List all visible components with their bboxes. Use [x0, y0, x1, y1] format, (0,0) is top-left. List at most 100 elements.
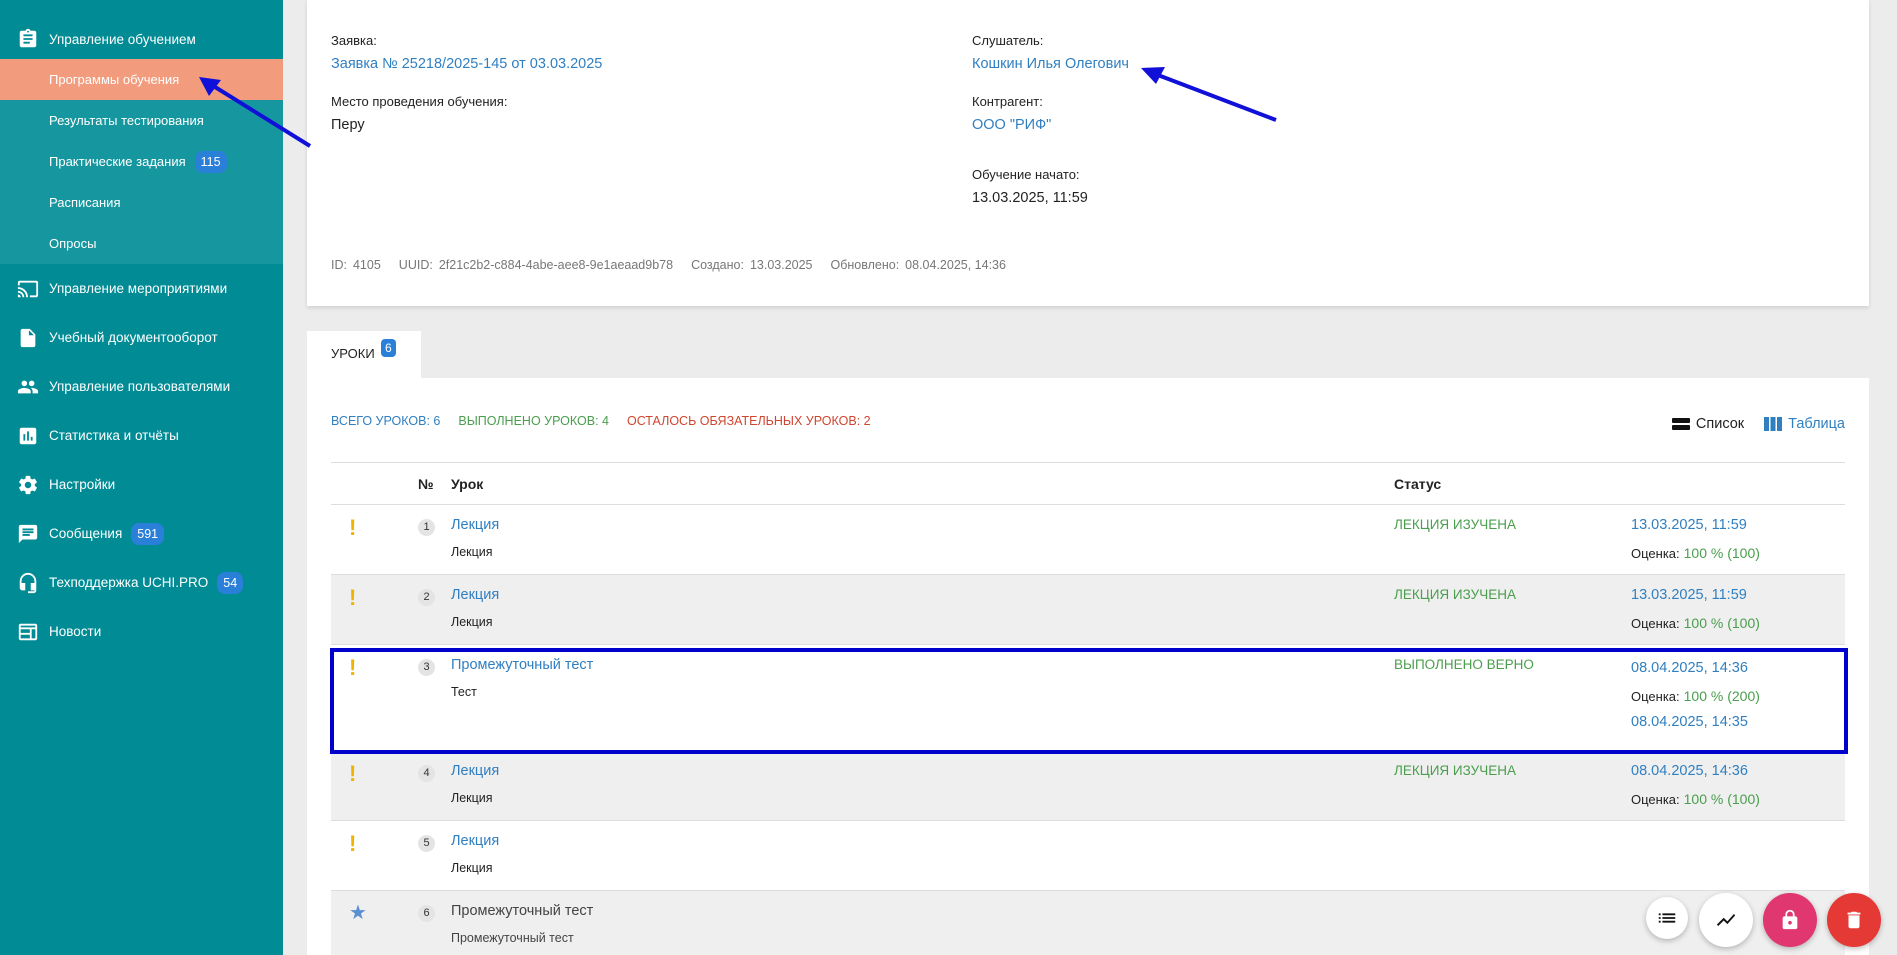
lesson-date-link[interactable]: 13.03.2025, 11:59: [1631, 517, 1747, 533]
table-view-icon: [1764, 417, 1783, 431]
created-value: 13.03.2025: [749, 258, 813, 272]
table-row: ★ 6 Промежуточный тест Промежуточный тес…: [331, 891, 1845, 955]
lesson-score: Оценка: 100 % (100): [1631, 791, 1760, 807]
sidebar-item-events[interactable]: Управление мероприятиями: [0, 264, 283, 313]
lesson-date-link[interactable]: 08.04.2025, 14:36: [1631, 660, 1748, 676]
listener-link[interactable]: Кошкин Илья Олегович: [972, 56, 1129, 72]
lesson-number: 4: [418, 765, 435, 782]
sidebar: Управление обучением Программы обучения …: [0, 0, 283, 955]
lesson-number: 3: [418, 659, 435, 676]
count-badge: 54: [217, 571, 244, 594]
count-badge: 6: [381, 339, 396, 357]
sidebar-subnav: Программы обучения Результаты тестирован…: [0, 59, 283, 264]
news-icon: [16, 620, 40, 644]
cast-icon: [16, 277, 40, 301]
view-list-button[interactable]: Список: [1671, 416, 1745, 432]
sidebar-item-schedules[interactable]: Расписания: [0, 182, 283, 223]
sidebar-item-label: Новости: [49, 624, 102, 639]
lesson-title-link[interactable]: Лекция: [451, 763, 499, 779]
sidebar-item-support[interactable]: Техподдержка UCHI.PRO 54: [0, 558, 283, 607]
lock-fab-button[interactable]: [1763, 893, 1817, 947]
delete-fab-button[interactable]: [1827, 893, 1881, 947]
updated-value: 08.04.2025, 14:36: [905, 258, 1006, 272]
lesson-title-link[interactable]: Лекция: [451, 517, 499, 533]
sidebar-item-label: Практические задания: [49, 154, 186, 169]
lesson-number: 5: [418, 835, 435, 852]
table-row: ! 2 Лекция Лекция ЛЕКЦИЯ ИЗУЧЕНА 13.03.2…: [331, 575, 1845, 645]
count-badge: 115: [194, 150, 227, 173]
view-table-label: Таблица: [1788, 416, 1845, 432]
left-lessons: ОСТАЛОСЬ ОБЯЗАТЕЛЬНЫХ УРОКОВ: 2: [626, 414, 871, 428]
sidebar-item-settings[interactable]: Настройки: [0, 460, 283, 509]
lesson-date-link[interactable]: 08.04.2025, 14:36: [1631, 763, 1748, 779]
list-icon: [1658, 913, 1676, 923]
table-header: № Урок Статус: [331, 462, 1845, 505]
sidebar-item-documents[interactable]: Учебный документооборот: [0, 313, 283, 362]
sidebar-item-label: Учебный документооборот: [49, 330, 218, 345]
support-icon: [16, 571, 40, 595]
sidebar-item-messages[interactable]: Сообщения 591: [0, 509, 283, 558]
sidebar-item-label: Программы обучения: [49, 72, 180, 87]
score-label: Оценка:: [1631, 546, 1680, 561]
lesson-type: Промежуточный тест: [451, 931, 574, 945]
table-row: ! 5 Лекция Лекция: [331, 821, 1845, 891]
lesson-type: Лекция: [451, 615, 493, 629]
message-icon: [16, 522, 40, 546]
sidebar-item-users[interactable]: Управление пользователями: [0, 362, 283, 411]
sidebar-item-news[interactable]: Новости: [0, 607, 283, 656]
started-value: 13.03.2025, 11:59: [972, 190, 1088, 206]
lesson-title-link[interactable]: Лекция: [451, 587, 499, 603]
score-label: Оценка:: [1631, 689, 1680, 704]
lessons-panel: ВСЕГО УРОКОВ: 6 ВЫПОЛНЕНО УРОКОВ: 4 ОСТА…: [307, 378, 1869, 955]
created-label: Создано:: [691, 258, 744, 272]
trending-icon: [1716, 914, 1736, 926]
sidebar-item-practical-tasks[interactable]: Практические задания 115: [0, 141, 283, 182]
score-value: 100 % (200): [1683, 688, 1760, 704]
contractor-label: Контрагент:: [972, 94, 1043, 109]
sidebar-item-label: Результаты тестирования: [49, 113, 204, 128]
required-icon: !: [349, 515, 357, 540]
gear-icon: [16, 473, 40, 497]
updated-label: Обновлено:: [830, 258, 900, 272]
lesson-status: ЛЕКЦИЯ ИЗУЧЕНА: [1394, 517, 1516, 532]
lesson-number: 1: [418, 519, 435, 536]
lesson-date-link[interactable]: 13.03.2025, 11:59: [1631, 587, 1747, 603]
sidebar-item-test-results[interactable]: Результаты тестирования: [0, 100, 283, 141]
view-table-button[interactable]: Таблица: [1764, 416, 1845, 432]
score-label: Оценка:: [1631, 792, 1680, 807]
listener-label: Слушатель:: [972, 33, 1044, 48]
request-label: Заявка:: [331, 33, 377, 48]
sidebar-item-label: Техподдержка UCHI.PRO: [49, 575, 209, 590]
lesson-title-link[interactable]: Лекция: [451, 833, 499, 849]
contractor-link[interactable]: ООО "РИФ": [972, 117, 1051, 133]
lesson-title: Промежуточный тест: [451, 903, 594, 919]
score-value: 100 % (100): [1683, 545, 1760, 561]
uuid-value: 2f21c2b2-c884-4abe-aee8-9e1aeaad9b78: [438, 258, 674, 272]
table-row: ! 3 Промежуточный тест Тест ВЫПОЛНЕНО ВЕ…: [331, 645, 1845, 751]
tab-lessons[interactable]: УРОКИ 6: [307, 331, 421, 378]
sidebar-item-programs[interactable]: Программы обучения: [0, 59, 283, 100]
lessons-table: № Урок Статус ! 1 Лекция Лекция ЛЕКЦИЯ И…: [331, 462, 1845, 955]
sidebar-item-learning-management[interactable]: Управление обучением: [0, 19, 283, 59]
lesson-status: ЛЕКЦИЯ ИЗУЧЕНА: [1394, 587, 1516, 602]
list-fab-button[interactable]: [1646, 897, 1688, 939]
lesson-score: Оценка: 100 % (100): [1631, 545, 1760, 561]
lesson-status: ЛЕКЦИЯ ИЗУЧЕНА: [1394, 763, 1516, 778]
trend-fab-button[interactable]: [1699, 893, 1753, 947]
view-list-label: Список: [1695, 416, 1745, 432]
trash-icon: [1847, 911, 1861, 929]
main-content: Заявка: Заявка № 25218/2025-145 от 03.03…: [283, 0, 1897, 955]
lesson-title-link[interactable]: Промежуточный тест: [451, 657, 593, 673]
users-icon: [16, 375, 40, 399]
lesson-date-link[interactable]: 08.04.2025, 14:35: [1631, 714, 1748, 730]
sidebar-item-statistics[interactable]: Статистика и отчёты: [0, 411, 283, 460]
lesson-type: Лекция: [451, 791, 493, 805]
table-row: ! 1 Лекция Лекция ЛЕКЦИЯ ИЗУЧЕНА 13.03.2…: [331, 505, 1845, 575]
request-link[interactable]: Заявка № 25218/2025-145 от 03.03.2025: [331, 56, 602, 72]
lesson-score: Оценка: 100 % (100): [1631, 615, 1760, 631]
chart-icon: [16, 424, 40, 448]
sidebar-item-surveys[interactable]: Опросы: [0, 223, 283, 264]
count-badge: 591: [131, 522, 165, 545]
document-icon: [16, 326, 40, 350]
required-icon: !: [349, 585, 357, 610]
